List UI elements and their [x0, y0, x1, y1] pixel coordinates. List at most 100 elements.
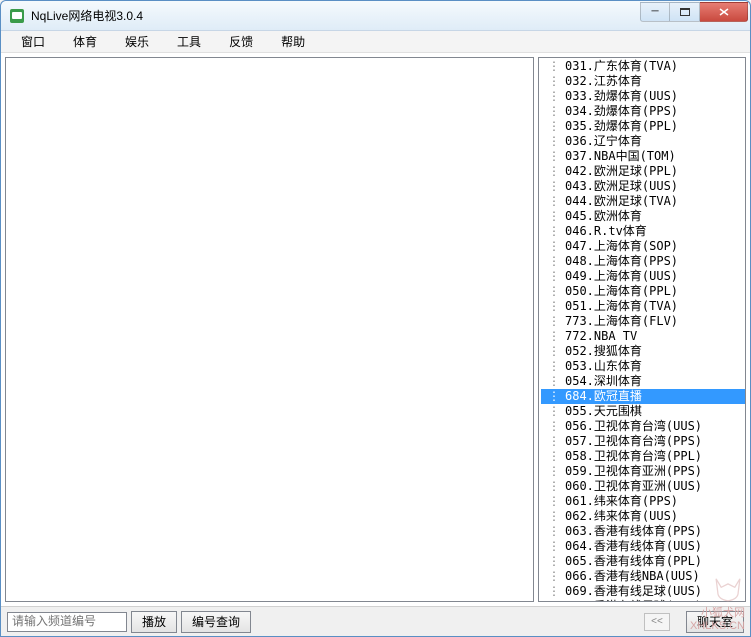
channel-item[interactable]: ⋮053.山东体育: [541, 359, 745, 374]
channel-name: 香港有线体育(UUS): [594, 539, 702, 554]
channel-item[interactable]: ⋮055.天元围棋: [541, 404, 745, 419]
menu-item[interactable]: 娱乐: [111, 31, 163, 52]
channel-number: 062.: [565, 509, 594, 524]
channel-item[interactable]: ⋮773.上海体育(FLV): [541, 314, 745, 329]
player-pane[interactable]: [5, 57, 534, 602]
channel-number: 046.: [565, 224, 594, 239]
play-button[interactable]: 播放: [131, 611, 177, 633]
channel-name: 劲爆体育(PPL): [594, 119, 678, 134]
tree-indent-icon: ⋮: [543, 494, 565, 509]
collapse-sidebar-button[interactable]: <<: [644, 613, 670, 631]
channel-name: 上海体育(TVA): [594, 299, 678, 314]
tree-indent-icon: ⋮: [543, 164, 565, 179]
channel-item[interactable]: ⋮052.搜狐体育: [541, 344, 745, 359]
channel-item[interactable]: ⋮045.欧洲体育: [541, 209, 745, 224]
app-icon: [9, 8, 25, 24]
channel-name: 卫视体育亚洲(UUS): [594, 479, 702, 494]
channel-number: 049.: [565, 269, 594, 284]
channel-name: 搜狐体育: [594, 344, 642, 359]
tree-indent-icon: ⋮: [543, 74, 565, 89]
channel-name: 上海体育(FLV): [594, 314, 678, 329]
channel-number: 070.: [565, 599, 594, 601]
tree-indent-icon: ⋮: [543, 59, 565, 74]
channel-item[interactable]: ⋮056.卫视体育台湾(UUS): [541, 419, 745, 434]
channel-item[interactable]: ⋮050.上海体育(PPL): [541, 284, 745, 299]
channel-number: 066.: [565, 569, 594, 584]
channel-item[interactable]: ⋮048.上海体育(PPS): [541, 254, 745, 269]
channel-number: 058.: [565, 449, 594, 464]
channel-name: 欧洲体育: [594, 209, 642, 224]
channel-name: R.tv体育: [594, 224, 647, 239]
tree-indent-icon: ⋮: [543, 374, 565, 389]
channel-item[interactable]: ⋮051.上海体育(TVA): [541, 299, 745, 314]
channel-number-input[interactable]: [7, 612, 127, 632]
channel-item[interactable]: ⋮069.香港有线足球(UUS): [541, 584, 745, 599]
menu-item[interactable]: 工具: [163, 31, 215, 52]
menu-item[interactable]: 窗口: [7, 31, 59, 52]
channel-name: 深圳体育: [594, 374, 642, 389]
tree-indent-icon: ⋮: [543, 194, 565, 209]
maximize-button[interactable]: [670, 2, 700, 22]
channel-item[interactable]: ⋮060.卫视体育亚洲(UUS): [541, 479, 745, 494]
channel-name: 广东体育(TVA): [594, 59, 678, 74]
tree-indent-icon: ⋮: [543, 479, 565, 494]
channel-item[interactable]: ⋮066.香港有线NBA(UUS): [541, 569, 745, 584]
channel-item[interactable]: ⋮054.深圳体育: [541, 374, 745, 389]
channel-item[interactable]: ⋮058.卫视体育台湾(PPL): [541, 449, 745, 464]
close-button[interactable]: [700, 2, 748, 22]
channel-number: 065.: [565, 554, 594, 569]
tree-indent-icon: ⋮: [543, 539, 565, 554]
channel-item[interactable]: ⋮031.广东体育(TVA): [541, 59, 745, 74]
tree-indent-icon: ⋮: [543, 134, 565, 149]
tree-indent-icon: ⋮: [543, 314, 565, 329]
channel-item[interactable]: ⋮064.香港有线体育(UUS): [541, 539, 745, 554]
channel-item[interactable]: ⋮684.欧冠直播: [541, 389, 745, 404]
channel-item[interactable]: ⋮036.辽宁体育: [541, 134, 745, 149]
window-controls: ─: [640, 2, 748, 22]
titlebar[interactable]: NqLive网络电视3.0.4 ─: [1, 1, 750, 31]
channel-item[interactable]: ⋮070.香港有线足球(PPS): [541, 599, 745, 601]
channel-item[interactable]: ⋮059.卫视体育亚洲(PPS): [541, 464, 745, 479]
channel-item[interactable]: ⋮037.NBA中国(TOM): [541, 149, 745, 164]
channel-item[interactable]: ⋮065.香港有线体育(PPL): [541, 554, 745, 569]
tree-indent-icon: ⋮: [543, 254, 565, 269]
channel-name: 天元围棋: [594, 404, 642, 419]
tree-indent-icon: ⋮: [543, 149, 565, 164]
channel-item[interactable]: ⋮042.欧洲足球(PPL): [541, 164, 745, 179]
channel-item[interactable]: ⋮047.上海体育(SOP): [541, 239, 745, 254]
tree-indent-icon: ⋮: [543, 269, 565, 284]
channel-number: 772.: [565, 329, 594, 344]
channel-item[interactable]: ⋮049.上海体育(UUS): [541, 269, 745, 284]
channel-item[interactable]: ⋮034.劲爆体育(PPS): [541, 104, 745, 119]
channel-list[interactable]: ⋮031.广东体育(TVA)⋮032.江苏体育⋮033.劲爆体育(UUS)⋮03…: [539, 58, 745, 601]
channel-number: 032.: [565, 74, 594, 89]
minimize-button[interactable]: ─: [640, 2, 670, 22]
channel-number: 057.: [565, 434, 594, 449]
tree-indent-icon: ⋮: [543, 599, 565, 601]
channel-name: 江苏体育: [594, 74, 642, 89]
query-button[interactable]: 编号查询: [181, 611, 251, 633]
chatroom-button[interactable]: 聊天室: [686, 611, 744, 633]
channel-item[interactable]: ⋮035.劲爆体育(PPL): [541, 119, 745, 134]
channel-number: 047.: [565, 239, 594, 254]
channel-item[interactable]: ⋮062.纬来体育(UUS): [541, 509, 745, 524]
channel-number: 037.: [565, 149, 594, 164]
tree-indent-icon: ⋮: [543, 404, 565, 419]
tree-indent-icon: ⋮: [543, 119, 565, 134]
channel-item[interactable]: ⋮032.江苏体育: [541, 74, 745, 89]
menu-item[interactable]: 反馈: [215, 31, 267, 52]
channel-item[interactable]: ⋮061.纬来体育(PPS): [541, 494, 745, 509]
channel-item[interactable]: ⋮046.R.tv体育: [541, 224, 745, 239]
channel-item[interactable]: ⋮057.卫视体育台湾(PPS): [541, 434, 745, 449]
channel-item[interactable]: ⋮033.劲爆体育(UUS): [541, 89, 745, 104]
channel-item[interactable]: ⋮043.欧洲足球(UUS): [541, 179, 745, 194]
channel-number: 042.: [565, 164, 594, 179]
tree-indent-icon: ⋮: [543, 209, 565, 224]
window-title: NqLive网络电视3.0.4: [31, 7, 640, 24]
menu-item[interactable]: 体育: [59, 31, 111, 52]
menu-item[interactable]: 帮助: [267, 31, 319, 52]
channel-item[interactable]: ⋮063.香港有线体育(PPS): [541, 524, 745, 539]
channel-item[interactable]: ⋮772.NBA TV: [541, 329, 745, 344]
channel-name: 欧洲足球(UUS): [594, 179, 678, 194]
channel-item[interactable]: ⋮044.欧洲足球(TVA): [541, 194, 745, 209]
